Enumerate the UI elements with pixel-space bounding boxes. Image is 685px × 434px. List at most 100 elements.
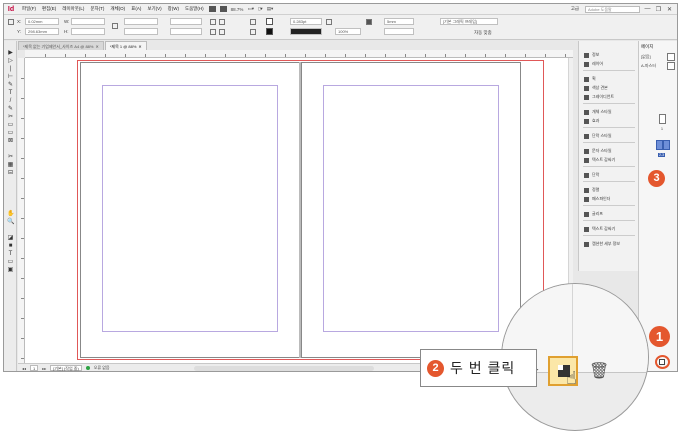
next-page-icon[interactable]: ▸▸ (42, 366, 46, 371)
first-page-icon[interactable]: ◂◂ (22, 366, 26, 371)
workspace-switcher[interactable]: 고급 (569, 6, 581, 12)
page-number-field[interactable]: 1 (30, 365, 39, 371)
stroke-weight-field[interactable]: 0.283pt (290, 18, 322, 25)
screen-mode-icon[interactable]: ▯▾ (256, 6, 265, 12)
menu-file[interactable]: 파일(F) (19, 6, 39, 12)
apply-none-icon[interactable]: ▭ (7, 259, 14, 265)
page-tool-icon[interactable]: | (7, 66, 14, 72)
master-none-thumbnail[interactable] (667, 53, 675, 61)
constrain-proportions-icon[interactable] (112, 23, 118, 29)
flip-vertical-icon[interactable] (219, 29, 225, 35)
drop-shadow-icon[interactable] (366, 19, 372, 25)
minimize-button[interactable]: — (644, 6, 651, 12)
w-field[interactable] (71, 18, 105, 25)
selection-tool-icon[interactable]: ▶ (7, 50, 14, 56)
master-none[interactable]: [없음] (641, 54, 651, 60)
screen-mode-tool-icon[interactable]: ▣ (7, 267, 14, 273)
panel-paragraph[interactable]: 단락 (584, 172, 599, 178)
menu-type[interactable]: 문자(T) (87, 6, 107, 12)
rectangle-frame-tool-icon[interactable]: ▭ (7, 122, 14, 128)
panel-character-styles[interactable]: 문자 스타일 (584, 148, 612, 154)
help-search-input[interactable]: Adobe 도움말 (585, 5, 640, 13)
formatting-text-icon[interactable]: T (7, 251, 14, 257)
zoom-level[interactable]: 88.7% (229, 7, 246, 12)
menu-object[interactable]: 개체(O) (107, 6, 128, 12)
line-tool-icon[interactable]: / (7, 98, 14, 104)
panel-info[interactable]: 정보 (584, 52, 599, 58)
page-right[interactable] (301, 62, 521, 358)
flip-horizontal-icon[interactable] (210, 29, 216, 35)
panel-paragraph-styles[interactable]: 단락 스타일 (584, 133, 612, 139)
corner-shape-dropdown[interactable] (384, 28, 414, 35)
zoom-tool-icon[interactable]: 🔍 (7, 219, 14, 225)
direct-selection-tool-icon[interactable]: ▷ (7, 58, 14, 64)
gap-tool-icon[interactable]: ⊢ (7, 74, 14, 80)
rectangle-tool-icon[interactable]: ▭ (7, 130, 14, 136)
pen-tool-icon[interactable]: ✎ (7, 106, 14, 112)
bridge-button[interactable] (208, 6, 216, 12)
shear-field[interactable] (170, 28, 202, 35)
stroke-type-dropdown[interactable] (290, 28, 322, 35)
menu-window[interactable]: 창(W) (165, 6, 182, 12)
arrange-documents-icon[interactable]: ▤▾ (265, 6, 276, 12)
scale-y-field[interactable] (124, 28, 158, 35)
maximize-button[interactable]: ❐ (655, 6, 662, 13)
close-icon[interactable]: ✕ (138, 44, 141, 49)
hand-tool-icon[interactable]: ✋ (7, 211, 14, 217)
stroke-swatch[interactable] (266, 28, 273, 35)
stock-button[interactable] (219, 6, 227, 12)
page-left[interactable] (80, 62, 300, 358)
trash-icon[interactable]: 🗑 (589, 361, 609, 381)
opacity-field[interactable]: 100% (335, 28, 361, 35)
rotate-ccw-icon[interactable] (219, 19, 225, 25)
rotation-field[interactable] (170, 18, 202, 25)
preflight-profile-field[interactable]: [기본] (작업 중) (50, 365, 82, 371)
pencil-tool-icon[interactable]: ✂ (7, 114, 14, 120)
page-3-thumbnail[interactable] (663, 140, 670, 150)
doc-tab-proposal[interactable]: *제목 없는 기업제안서_사이즈 A4 @ 88% ✕ (18, 41, 104, 50)
view-options-icon[interactable]: ▭▾ (245, 6, 256, 12)
fill-swatch[interactable] (266, 18, 273, 25)
close-button[interactable]: ✕ (666, 6, 673, 13)
menu-view[interactable]: 보기(V) (144, 6, 164, 12)
scale-x-field[interactable] (124, 18, 158, 25)
new-page-icon[interactable] (659, 359, 665, 365)
panel-text-wrap-a[interactable]: 텍스트 감싸기 (584, 157, 615, 163)
gradient-tool-icon[interactable]: ⊟ (7, 170, 14, 176)
formatting-container-icon[interactable]: ■ (7, 243, 14, 249)
vertical-ruler[interactable] (18, 58, 25, 363)
document-canvas[interactable] (25, 58, 573, 363)
page-2-thumbnail[interactable] (656, 140, 663, 150)
pages-panel-tab[interactable]: 페이지 (641, 44, 653, 50)
panel-swatches[interactable]: 색상 견본 (584, 85, 608, 91)
panel-effects[interactable]: 효과 (584, 118, 599, 124)
panel-caption[interactable]: 캡션한 세부 정보 (584, 241, 620, 247)
select-content-icon[interactable] (250, 29, 256, 35)
panel-stroke[interactable]: 획 (584, 76, 596, 82)
object-style-dropdown[interactable]: [기본 그래픽 프레임] (440, 18, 498, 25)
fill-stroke-icon[interactable]: ◪ (7, 235, 14, 241)
reference-point-icon[interactable] (8, 19, 14, 25)
table-tool-icon[interactable]: ⊠ (7, 138, 14, 144)
panel-align[interactable]: 정렬 (584, 187, 599, 193)
fx-icon[interactable] (326, 19, 332, 25)
horizontal-ruler[interactable] (25, 50, 573, 58)
horizontal-scrollbar[interactable] (193, 365, 374, 371)
master-a-thumbnail[interactable] (667, 62, 675, 70)
x-field[interactable]: 0.02mm (25, 18, 59, 25)
panel-gradient[interactable]: 그레이디언트 (584, 94, 614, 100)
panel-text-wrap-b[interactable]: 텍스트 감싸기 (584, 226, 615, 232)
type-tool-icon[interactable]: T (7, 90, 14, 96)
rotate-icon[interactable] (210, 19, 216, 25)
select-container-icon[interactable] (250, 19, 256, 25)
panel-glyphs[interactable]: 글리프 (584, 211, 603, 217)
h-field[interactable] (71, 28, 105, 35)
free-transform-tool-icon[interactable]: ▦ (7, 162, 14, 168)
corner-size-field[interactable]: 5mm (384, 18, 414, 25)
doc-tab-untitled[interactable]: *제목 1 @ 88% ✕ (104, 41, 147, 50)
content-collector-icon[interactable]: ✎ (7, 82, 14, 88)
menu-help[interactable]: 도움말(H) (182, 6, 207, 12)
close-icon[interactable]: ✕ (95, 44, 98, 49)
menu-table[interactable]: 표(A) (128, 6, 144, 12)
panel-object-styles[interactable]: 개체 스타일 (584, 109, 612, 115)
